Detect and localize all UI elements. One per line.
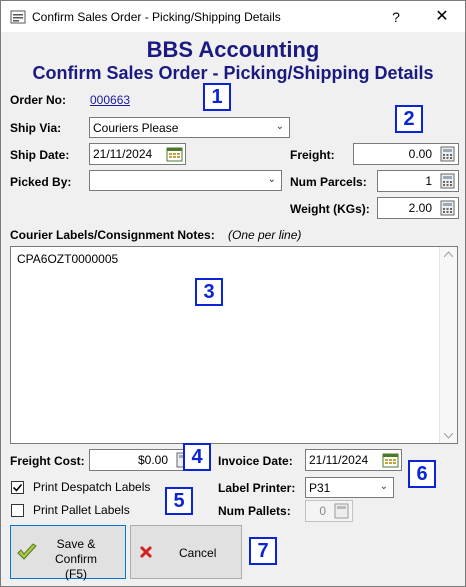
checkmark-icon — [17, 543, 37, 560]
order-no-link[interactable]: 000663 — [90, 93, 130, 107]
ship-date-value: 21/11/2024 — [93, 147, 153, 161]
courier-notes-textarea[interactable]: CPA6OZT0000005 — [10, 246, 458, 444]
num-pallets-field[interactable]: 0 — [305, 500, 353, 522]
print-despatch-label: Print Despatch Labels — [33, 480, 151, 494]
freight-cost-label: Freight Cost: — [10, 454, 85, 468]
company-heading: BBS Accounting — [146, 37, 320, 62]
invoice-date-value: 21/11/2024 — [309, 453, 369, 467]
invoice-date-label: Invoice Date: — [218, 454, 293, 468]
close-icon — [139, 545, 153, 559]
vertical-scrollbar[interactable] — [439, 247, 457, 443]
freight-value: 0.00 — [408, 147, 432, 161]
close-button[interactable]: ✕ — [425, 5, 459, 29]
callout-badge-7: 7 — [249, 537, 277, 565]
picked-by-label: Picked By: — [10, 175, 72, 189]
window-title: Confirm Sales Order - Picking/Shipping D… — [32, 10, 281, 24]
courier-notes-label: Courier Labels/Consignment Notes: — [10, 228, 215, 242]
app-icon — [10, 10, 26, 24]
callout-badge-1: 1 — [203, 83, 231, 111]
callout-badge-4: 4 — [183, 443, 211, 471]
freight-field[interactable]: 0.00 — [353, 143, 459, 165]
ship-date-label: Ship Date: — [10, 148, 70, 162]
calculator-icon[interactable] — [333, 503, 350, 519]
label-printer-label: Label Printer: — [218, 481, 296, 495]
save-confirm-button[interactable]: Save & Confirm (F5) — [10, 525, 126, 581]
order-no-label: Order No: — [10, 93, 67, 107]
calculator-icon[interactable] — [439, 173, 456, 189]
invoice-date-field[interactable]: 21/11/2024 — [305, 449, 402, 471]
courier-notes-hint: (One per line) — [228, 228, 302, 242]
save-confirm-label: Save & Confirm (F5) — [54, 537, 97, 581]
freight-cost-value: $0.00 — [137, 453, 168, 467]
num-parcels-label: Num Parcels: — [290, 175, 367, 189]
num-pallets-value: 0 — [319, 504, 326, 518]
callout-badge-2: 2 — [395, 105, 423, 133]
calculator-icon[interactable] — [439, 200, 456, 216]
freight-cost-field[interactable]: $0.00 — [89, 449, 195, 471]
cancel-label: Cancel — [179, 546, 217, 560]
weight-field[interactable]: 2.00 — [377, 197, 459, 219]
num-parcels-value: 1 — [425, 174, 432, 188]
picked-by-dropdown[interactable]: ⌄ — [89, 170, 282, 191]
chevron-down-icon: ⌄ — [267, 174, 276, 185]
calendar-icon[interactable] — [166, 146, 183, 162]
ship-date-field[interactable]: 21/11/2024 — [89, 143, 186, 165]
num-pallets-label: Num Pallets: — [218, 504, 291, 518]
label-printer-dropdown[interactable]: P31 ⌄ — [305, 477, 394, 498]
chevron-down-icon: ⌄ — [379, 481, 388, 492]
checkmark-icon — [12, 483, 23, 492]
cancel-button[interactable]: Cancel — [130, 525, 242, 579]
courier-note-line: CPA6OZT0000005 — [17, 252, 119, 266]
print-pallet-label: Print Pallet Labels — [33, 503, 130, 517]
callout-badge-5: 5 — [165, 487, 193, 515]
label-printer-value: P31 — [309, 481, 331, 495]
chevron-down-icon: ⌄ — [275, 121, 284, 132]
ship-via-value: Couriers Please — [93, 121, 179, 135]
callout-badge-6: 6 — [408, 460, 436, 488]
calendar-icon[interactable] — [382, 452, 399, 468]
title-bar: Confirm Sales Order - Picking/Shipping D… — [1, 1, 465, 32]
print-pallet-checkbox[interactable] — [11, 504, 24, 517]
help-button[interactable]: ? — [381, 5, 411, 29]
ship-via-dropdown[interactable]: Couriers Please ⌄ — [89, 117, 290, 138]
num-parcels-field[interactable]: 1 — [377, 170, 459, 192]
weight-label: Weight (KGs): — [290, 202, 370, 216]
print-despatch-checkbox[interactable] — [11, 481, 24, 494]
scroll-up-icon[interactable] — [444, 251, 453, 257]
callout-badge-3: 3 — [195, 278, 223, 306]
weight-value: 2.00 — [408, 201, 432, 215]
scroll-down-icon[interactable] — [444, 433, 453, 439]
ship-via-label: Ship Via: — [10, 121, 62, 135]
dialog-window: Confirm Sales Order - Picking/Shipping D… — [0, 0, 466, 587]
calculator-icon[interactable] — [439, 146, 456, 162]
dialog-subtitle: Confirm Sales Order - Picking/Shipping D… — [32, 63, 434, 83]
freight-label: Freight: — [290, 148, 335, 162]
